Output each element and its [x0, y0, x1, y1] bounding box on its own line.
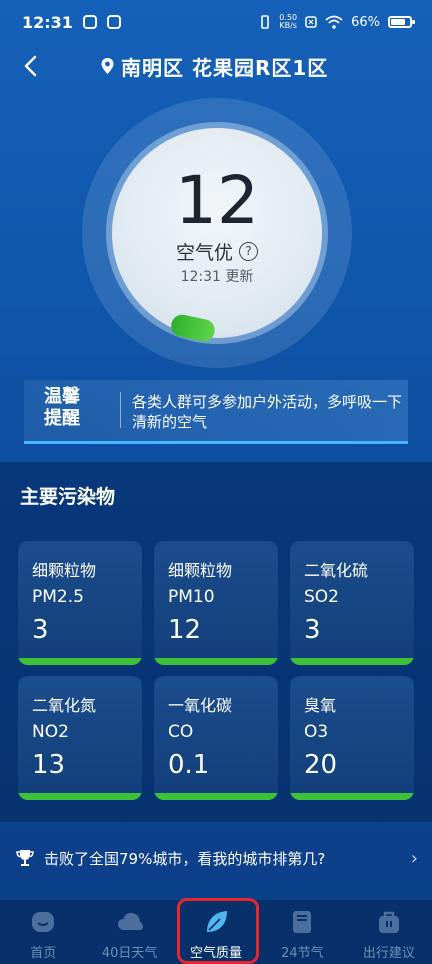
pollutant-card-no2[interactable]: 二氧化氮 NO2 13	[18, 676, 142, 800]
pollutant-name: 二氧化氮	[32, 696, 97, 715]
pollutant-name: 细颗粒物	[168, 561, 233, 580]
chevron-left-icon	[24, 55, 37, 77]
location-selector[interactable]: 南明区 花果园R区1区	[100, 50, 328, 82]
location-pin-icon	[101, 58, 114, 74]
status-bar: 12:31 0.50 KB/s 66%	[0, 0, 432, 44]
tips-text: 各类人群可多参加户外活动，多呼吸一下清新的空气	[132, 393, 403, 431]
pollutant-code: PM10	[168, 587, 215, 607]
pollutant-card-pm25[interactable]: 细颗粒物 PM2.5 3	[18, 541, 142, 665]
pollutant-name: 细颗粒物	[32, 561, 97, 580]
trophy-icon	[14, 847, 36, 869]
pollutant-value: 13	[32, 750, 66, 780]
back-button[interactable]	[14, 50, 46, 82]
pollutant-grid: 细颗粒物 PM2.5 3 细颗粒物 PM10 12 二氧化硫 SO2 3 二氧化…	[18, 541, 414, 800]
nav-label: 出行建议	[362, 946, 415, 961]
message-icon	[106, 15, 121, 29]
sim-icon	[305, 16, 317, 28]
vibrate-icon	[261, 15, 270, 29]
tips-divider	[120, 392, 121, 428]
pollutant-value: 20	[304, 750, 338, 780]
cloud-icon	[117, 913, 143, 930]
update-time: 12:31 更新	[180, 269, 254, 285]
nav-label: 首页	[30, 946, 57, 961]
pollutant-code: O3	[304, 722, 329, 742]
pollutant-level-bar	[290, 658, 414, 665]
pollutant-name: 臭氧	[304, 696, 337, 715]
pollutant-level-bar	[290, 793, 414, 800]
status-time: 12:31	[22, 12, 73, 32]
pollutant-name: 一氧化碳	[168, 696, 233, 715]
pollutant-card-o3[interactable]: 臭氧 O3 20	[290, 676, 414, 800]
wifi-icon	[325, 15, 343, 29]
nav-home[interactable]: 首页	[0, 900, 86, 964]
location-title: 南明区 花果园R区1区	[121, 55, 329, 80]
active-tab-highlight	[177, 898, 259, 964]
pollutant-level-bar	[154, 793, 278, 800]
pollutant-value: 3	[32, 615, 49, 645]
rank-text: 击败了全国79%城市，看我的城市排第几?	[44, 849, 326, 868]
app-notification-icon	[82, 15, 97, 29]
pollutant-value: 0.1	[168, 750, 210, 780]
tips-label: 温馨 提醒	[44, 386, 80, 429]
pollutant-level-bar	[18, 793, 142, 800]
pollutant-name: 二氧化硫	[304, 561, 369, 580]
bag-icon	[378, 911, 399, 933]
aqi-level: 空气优	[175, 242, 233, 264]
chevron-right-icon: ›	[410, 847, 418, 869]
pollutant-level-bar	[18, 658, 142, 665]
battery-icon	[388, 16, 415, 28]
nav-label: 24节气	[281, 946, 324, 961]
nav-label: 40日天气	[101, 946, 158, 961]
pollutant-value: 12	[168, 615, 202, 645]
pollutant-code: NO2	[32, 722, 69, 742]
help-icon[interactable]: ?	[239, 242, 258, 261]
battery-percent: 66%	[351, 14, 380, 30]
network-speed: 0.50 KB/s	[279, 13, 298, 30]
pollutant-code: PM2.5	[32, 587, 84, 607]
aqi-value: 12	[175, 162, 259, 239]
nav-solar-terms[interactable]: 24节气	[259, 900, 345, 964]
nav-40day[interactable]: 40日天气	[86, 900, 172, 964]
pollutant-card-co[interactable]: 一氧化碳 CO 0.1	[154, 676, 278, 800]
nav-travel-advice[interactable]: 出行建议	[346, 900, 432, 964]
pollutant-level-bar	[154, 658, 278, 665]
pollutant-code: CO	[168, 722, 194, 742]
face-icon	[32, 912, 55, 932]
pollutant-value: 3	[304, 615, 321, 645]
pollutant-code: SO2	[304, 587, 339, 607]
tips-banner: 温馨 提醒 各类人群可多参加户外活动，多呼吸一下清新的空气	[24, 380, 408, 444]
aqi-gauge: 12 空气优 ? 12:31 更新	[82, 98, 352, 368]
header: 南明区 花果园R区1区	[0, 44, 432, 88]
pollutant-card-so2[interactable]: 二氧化硫 SO2 3	[290, 541, 414, 665]
pollutant-section: 主要污染物 细颗粒物 PM2.5 3 细颗粒物 PM10 12 二氧化硫 SO2…	[0, 462, 432, 822]
section-title: 主要污染物	[20, 486, 116, 508]
city-rank-banner[interactable]: 击败了全国79%城市，看我的城市排第几? ›	[0, 833, 432, 883]
pollutant-card-pm10[interactable]: 细颗粒物 PM10 12	[154, 541, 278, 665]
book-icon	[293, 911, 312, 933]
